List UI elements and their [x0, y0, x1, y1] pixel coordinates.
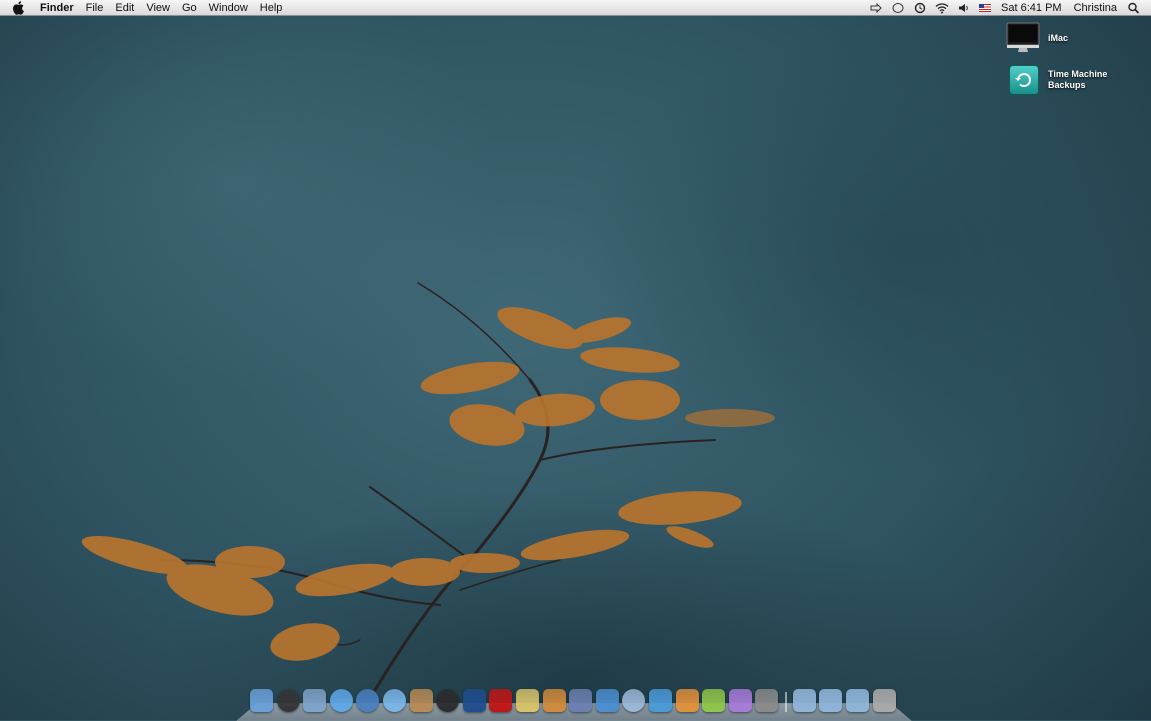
desktop: [0, 0, 1151, 720]
wifi-icon[interactable]: [935, 2, 949, 14]
dock-aperture-icon[interactable]: [436, 689, 460, 712]
arrow-status-icon[interactable]: [869, 2, 883, 14]
dock-flash-icon[interactable]: [489, 689, 513, 712]
menu-file[interactable]: File: [80, 0, 110, 16]
desktop-icon-label: iMac: [1048, 32, 1069, 43]
dock-ichat-icon[interactable]: [329, 689, 353, 712]
menu-clock[interactable]: Sat 6:41 PM: [995, 0, 1068, 16]
desktop-icon-imac[interactable]: iMac: [1006, 22, 1128, 54]
dock-imovie-icon[interactable]: [515, 689, 539, 712]
dock-documents-folder-icon[interactable]: [819, 689, 843, 712]
dock-system-preferences-icon[interactable]: [755, 689, 779, 712]
dock-separator: [784, 692, 787, 712]
dock-applications-folder-icon[interactable]: [792, 689, 816, 712]
menu-view[interactable]: View: [140, 0, 176, 16]
menu-app-finder[interactable]: Finder: [34, 0, 80, 16]
volume-icon[interactable]: [957, 2, 971, 14]
desktop-icon-label: Time Machine Backups: [1048, 69, 1108, 90]
dock-keynote-icon[interactable]: [542, 689, 566, 712]
dock-numbers-icon[interactable]: [595, 689, 619, 712]
menu-bar: Finder File Edit View Go Window Help Sat…: [0, 0, 1151, 16]
us-flag-input-icon[interactable]: [979, 3, 992, 12]
dock-xcode-icon[interactable]: [569, 689, 593, 712]
dock-itunes-icon[interactable]: [382, 689, 406, 712]
dock-garageband-icon[interactable]: [702, 689, 726, 712]
time-machine-status-icon[interactable]: [913, 2, 927, 14]
dock-safari-icon[interactable]: [356, 689, 380, 712]
dock-dashboard-icon[interactable]: [276, 689, 300, 712]
chat-bubble-status-icon[interactable]: [891, 2, 905, 14]
dock-trash-icon[interactable]: [872, 689, 896, 712]
imac-icon: [1006, 22, 1040, 52]
dock-photoshop-icon[interactable]: [462, 689, 486, 712]
time-machine-icon: [1009, 65, 1039, 95]
dock-mail-icon[interactable]: [622, 689, 646, 712]
dock-preview-icon[interactable]: [303, 689, 327, 712]
wallpaper-branch-image: [81, 282, 775, 692]
dock-iweb-icon[interactable]: [648, 689, 672, 712]
spotlight-search-icon[interactable]: [1127, 2, 1141, 14]
dock-iphoto-icon[interactable]: [409, 689, 433, 712]
dock-downloads-folder-icon[interactable]: [846, 689, 870, 712]
desktop-icon-time-machine-backups[interactable]: Time Machine Backups: [1009, 65, 1128, 95]
apple-menu-icon[interactable]: [11, 0, 25, 15]
dock-pages-icon[interactable]: [675, 689, 699, 712]
dock-skype-icon[interactable]: [728, 689, 752, 712]
menu-go[interactable]: Go: [176, 0, 203, 16]
menu-help[interactable]: Help: [254, 0, 289, 16]
menu-user[interactable]: Christina: [1068, 0, 1123, 16]
dock-finder-icon[interactable]: [250, 689, 273, 712]
menu-window[interactable]: Window: [203, 0, 254, 16]
dock: [250, 686, 899, 712]
menu-edit[interactable]: Edit: [109, 0, 140, 16]
